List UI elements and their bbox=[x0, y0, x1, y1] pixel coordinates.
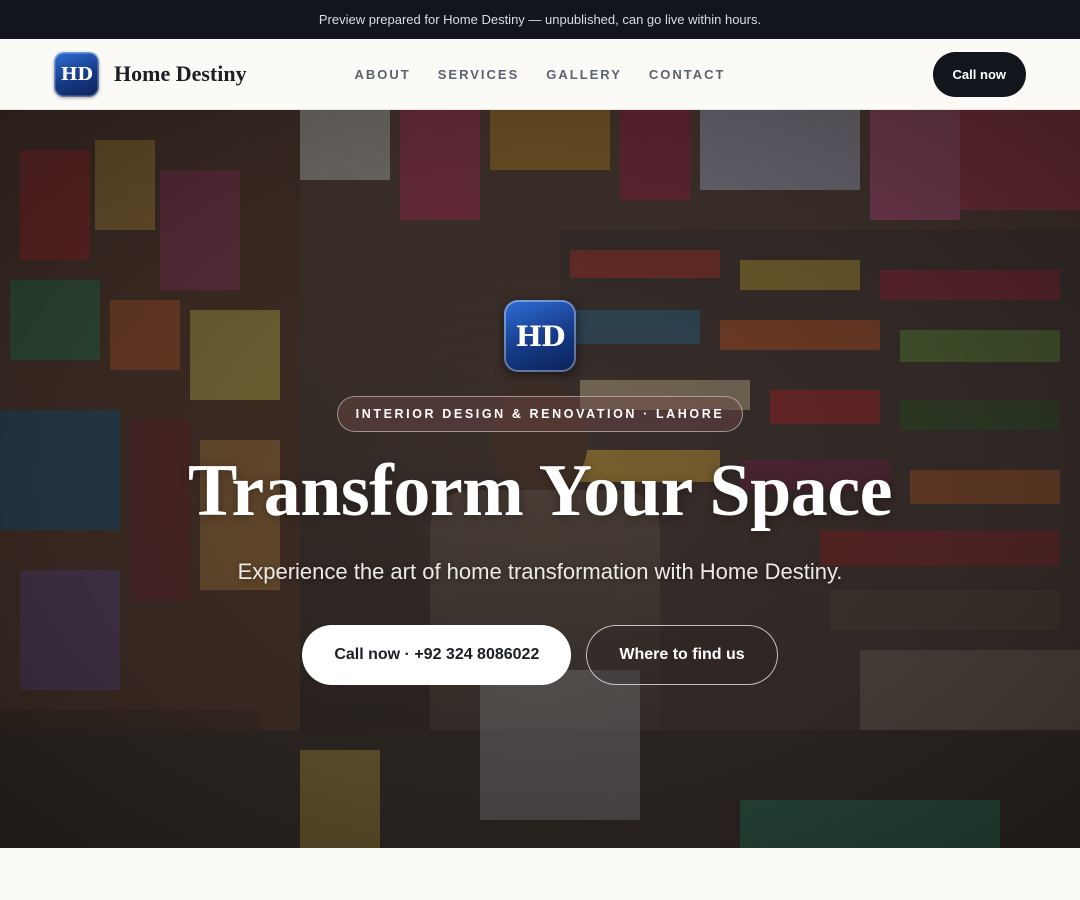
hero-title: Transform Your Space bbox=[188, 450, 892, 532]
nav-link-contact[interactable]: CONTACT bbox=[649, 67, 726, 82]
brand-logo-text: HD bbox=[60, 63, 93, 85]
hero-tagline-badge: INTERIOR DESIGN & RENOVATION · LAHORE bbox=[336, 396, 744, 432]
site-header: HD Home Destiny ABOUT SERVICES GALLERY C… bbox=[0, 39, 1080, 110]
nav-link-gallery[interactable]: GALLERY bbox=[546, 67, 622, 82]
hero-section: HD INTERIOR DESIGN & RENOVATION · LAHORE… bbox=[0, 110, 1080, 848]
hero-logo: HD bbox=[504, 300, 576, 372]
hero-call-button[interactable]: Call now · +92 324 8086022 bbox=[302, 625, 572, 685]
nav-link-about[interactable]: ABOUT bbox=[355, 67, 411, 82]
brand-logo: HD bbox=[54, 51, 99, 97]
hero-content: HD INTERIOR DESIGN & RENOVATION · LAHORE… bbox=[0, 110, 1080, 848]
hero-subtitle: Experience the art of home transformatio… bbox=[237, 559, 843, 584]
brand[interactable]: HD Home Destiny bbox=[54, 51, 247, 97]
nav-link-services[interactable]: SERVICES bbox=[438, 67, 520, 82]
preview-banner-text: Preview prepared for Home Destiny — unpu… bbox=[318, 12, 762, 27]
hero-cta-group: Call now · +92 324 8086022 Where to find… bbox=[302, 625, 778, 685]
main-nav: ABOUT SERVICES GALLERY CONTACT bbox=[355, 67, 726, 82]
brand-name: Home Destiny bbox=[114, 61, 247, 86]
hero-logo-text: HD bbox=[515, 319, 566, 353]
hero-location-button[interactable]: Where to find us bbox=[586, 625, 778, 685]
header-call-button[interactable]: Call now bbox=[932, 51, 1026, 97]
preview-banner: Preview prepared for Home Destiny — unpu… bbox=[0, 0, 1080, 39]
